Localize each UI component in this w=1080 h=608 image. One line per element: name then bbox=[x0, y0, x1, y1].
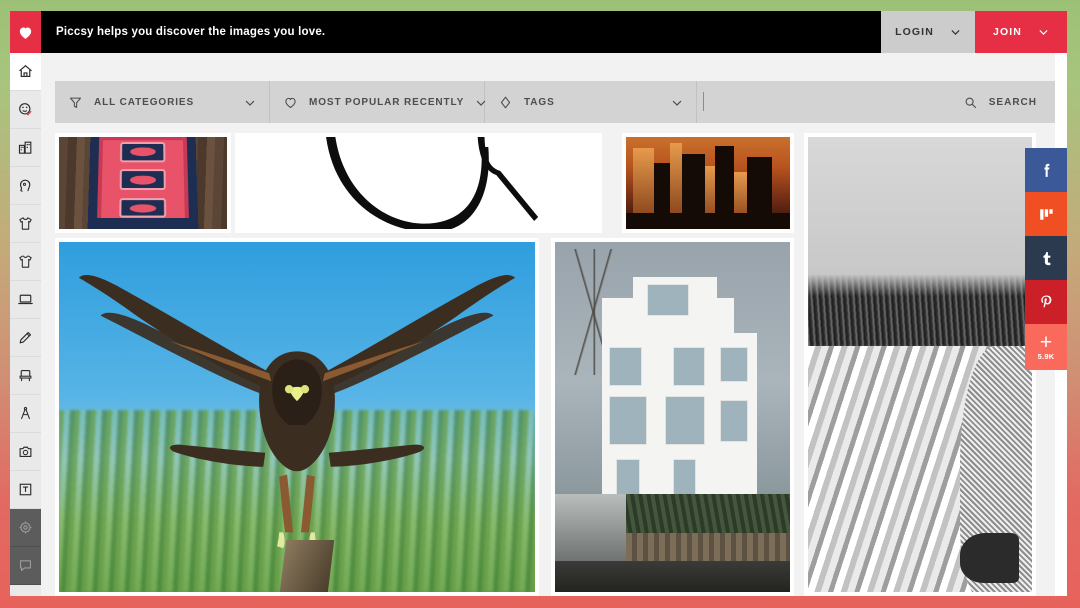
chair-icon bbox=[17, 367, 34, 384]
compass-icon bbox=[17, 405, 34, 422]
pinterest-icon bbox=[1037, 293, 1056, 312]
sidebar-item-art[interactable] bbox=[10, 319, 41, 357]
tshirt-outline-icon bbox=[17, 253, 34, 270]
tags-label: TAGS bbox=[524, 96, 555, 108]
heart-outline-icon bbox=[283, 95, 298, 110]
sidebar-item-furniture[interactable] bbox=[10, 357, 41, 395]
piccsy-logo[interactable] bbox=[10, 11, 41, 53]
share-count: 5.9K bbox=[1037, 351, 1055, 361]
chevron-down-icon bbox=[1038, 27, 1049, 38]
head-profile-icon bbox=[17, 177, 34, 194]
category-sidebar bbox=[10, 53, 41, 596]
join-label: JOIN bbox=[993, 26, 1022, 38]
sidebar-item-design[interactable] bbox=[10, 395, 41, 433]
sidebar-item-home[interactable] bbox=[10, 53, 41, 91]
login-button[interactable]: LOGIN bbox=[881, 11, 975, 53]
home-icon bbox=[17, 63, 34, 80]
sidebar-item-architecture[interactable] bbox=[10, 129, 41, 167]
tag-icon bbox=[498, 95, 513, 110]
share-mix-button[interactable] bbox=[1025, 192, 1067, 236]
share-tumblr-button[interactable] bbox=[1025, 236, 1067, 280]
main-content: ALL CATEGORIES MOST POPULAR RECENTLY TAG… bbox=[41, 53, 1067, 596]
grid-item-beach[interactable] bbox=[804, 133, 1036, 596]
browser-viewport: Piccsy helps you discover the images you… bbox=[10, 11, 1067, 596]
chevron-down-icon bbox=[950, 27, 961, 38]
categories-dropdown[interactable]: ALL CATEGORIES bbox=[55, 81, 270, 123]
categories-label: ALL CATEGORIES bbox=[94, 96, 195, 108]
filter-toolbar: ALL CATEGORIES MOST POPULAR RECENTLY TAG… bbox=[55, 81, 1055, 123]
heart-icon bbox=[17, 24, 34, 41]
thumbnail-typography bbox=[239, 137, 598, 229]
sidebar-item-technology[interactable] bbox=[10, 281, 41, 319]
top-navigation-bar: Piccsy helps you discover the images you… bbox=[10, 11, 1067, 53]
sidebar-item-mens-fashion[interactable] bbox=[10, 205, 41, 243]
sort-dropdown[interactable]: MOST POPULAR RECENTLY bbox=[270, 81, 486, 123]
camera-icon bbox=[17, 443, 34, 460]
gear-icon bbox=[17, 519, 34, 536]
thumbnail-hawk bbox=[59, 242, 535, 592]
login-label: LOGIN bbox=[895, 26, 934, 38]
sidebar-item-faces[interactable] bbox=[10, 91, 41, 129]
tags-dropdown[interactable]: TAGS bbox=[485, 81, 697, 123]
pencil-icon bbox=[17, 329, 34, 346]
sidebar-item-womens-fashion[interactable] bbox=[10, 243, 41, 281]
tumblr-icon bbox=[1037, 249, 1056, 268]
sidebar-item-portrait[interactable] bbox=[10, 167, 41, 205]
thumbnail-beach bbox=[808, 137, 1032, 592]
search-field[interactable]: SEARCH bbox=[697, 81, 1055, 123]
sidebar-item-settings[interactable] bbox=[10, 509, 41, 547]
grid-item-cityscape[interactable] bbox=[622, 133, 794, 233]
grid-item-house[interactable] bbox=[551, 238, 794, 596]
sidebar-item-feedback[interactable] bbox=[10, 547, 41, 585]
join-button[interactable]: JOIN bbox=[975, 11, 1067, 53]
social-share-rail: + 5.9K bbox=[1025, 148, 1067, 370]
chevron-down-icon bbox=[244, 96, 256, 108]
grid-item-hawk[interactable] bbox=[55, 238, 539, 596]
sidebar-item-typography[interactable] bbox=[10, 471, 41, 509]
thumbnail-house bbox=[555, 242, 790, 592]
thumbnail-cityscape bbox=[626, 137, 790, 229]
mix-icon bbox=[1037, 205, 1056, 224]
facebook-icon bbox=[1037, 161, 1056, 180]
sort-label: MOST POPULAR RECENTLY bbox=[309, 96, 465, 108]
search-icon bbox=[963, 95, 978, 110]
plus-icon: + bbox=[1039, 330, 1053, 354]
image-grid bbox=[41, 133, 1067, 596]
chevron-down-icon bbox=[671, 96, 683, 108]
face-check-icon bbox=[17, 101, 34, 118]
grid-item-typography[interactable] bbox=[235, 133, 602, 233]
share-facebook-button[interactable] bbox=[1025, 148, 1067, 192]
search-label: SEARCH bbox=[988, 96, 1037, 108]
text-cursor bbox=[703, 92, 704, 111]
share-more-button[interactable]: + 5.9K bbox=[1025, 324, 1067, 370]
letter-t-icon bbox=[17, 481, 34, 498]
promo-message: Piccsy helps you discover the images you… bbox=[56, 26, 326, 38]
tshirt-icon bbox=[17, 215, 34, 232]
share-pinterest-button[interactable] bbox=[1025, 280, 1067, 324]
buildings-icon bbox=[17, 139, 34, 156]
laptop-icon bbox=[17, 291, 34, 308]
funnel-icon bbox=[68, 95, 83, 110]
thumbnail-rug bbox=[59, 137, 227, 229]
chat-bubble-icon bbox=[17, 557, 34, 574]
grid-item-rug[interactable] bbox=[55, 133, 231, 233]
sidebar-item-photography[interactable] bbox=[10, 433, 41, 471]
